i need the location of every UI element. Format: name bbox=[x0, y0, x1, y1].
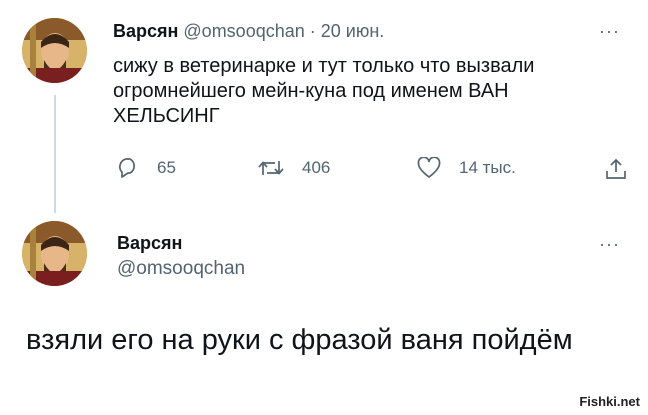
retweet-arrows-icon bbox=[258, 161, 284, 175]
reply-count: 65 bbox=[157, 158, 176, 177]
avatar[interactable] bbox=[22, 221, 87, 286]
avatar[interactable] bbox=[22, 18, 87, 83]
tweet1-author-name[interactable]: Варсян bbox=[113, 21, 178, 41]
tweet2-handle[interactable]: @omsooqchan bbox=[117, 258, 245, 280]
tweet1-date[interactable]: 20 июн. bbox=[321, 21, 385, 41]
share-upload-icon bbox=[606, 158, 626, 179]
tweet1-actions: 65 406 14 тыс. bbox=[0, 157, 648, 187]
like-button[interactable]: 14 тыс. bbox=[417, 157, 516, 179]
tweet1-separator: · bbox=[309, 21, 316, 41]
tweet1-header: Варсян @omsooqchan · 20 июн. bbox=[113, 21, 384, 42]
thread-connector-line bbox=[54, 95, 56, 213]
like-count: 14 тыс. bbox=[459, 158, 516, 177]
watermark-logo: Fishki.net bbox=[577, 394, 642, 409]
share-button[interactable] bbox=[605, 157, 627, 181]
tweet1-more-button[interactable]: ··· bbox=[599, 22, 620, 40]
tweet1-text: сижу в ветеринарке и тут только что вызв… bbox=[113, 55, 535, 127]
tweet2-more-button[interactable]: ··· bbox=[599, 235, 620, 253]
avatar-image bbox=[22, 18, 87, 83]
tweet1-handle[interactable]: @omsooqchan bbox=[183, 21, 304, 41]
reply-button[interactable]: 65 bbox=[117, 157, 176, 179]
heart-icon bbox=[417, 157, 441, 178]
retweet-count: 406 bbox=[302, 158, 331, 177]
tweet2-author-name[interactable]: Варсян bbox=[117, 233, 182, 254]
avatar-image bbox=[22, 221, 87, 286]
tweet2-text: взяли его на руки с фразой ваня пойдём bbox=[26, 324, 573, 356]
retweet-button[interactable]: 406 bbox=[258, 157, 330, 179]
reply-bubble-icon bbox=[119, 158, 135, 178]
